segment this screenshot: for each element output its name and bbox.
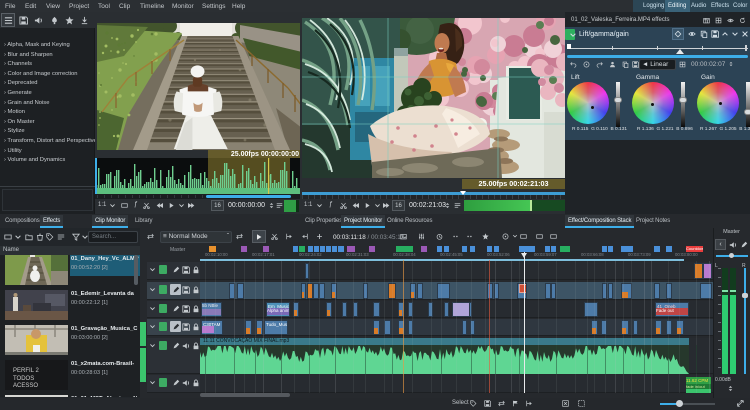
svg-text:PERFIL 2: PERFIL 2 [13, 368, 39, 374]
svg-text:ACESSO: ACESSO [13, 383, 38, 389]
svg-text:TODOS: TODOS [13, 376, 34, 382]
